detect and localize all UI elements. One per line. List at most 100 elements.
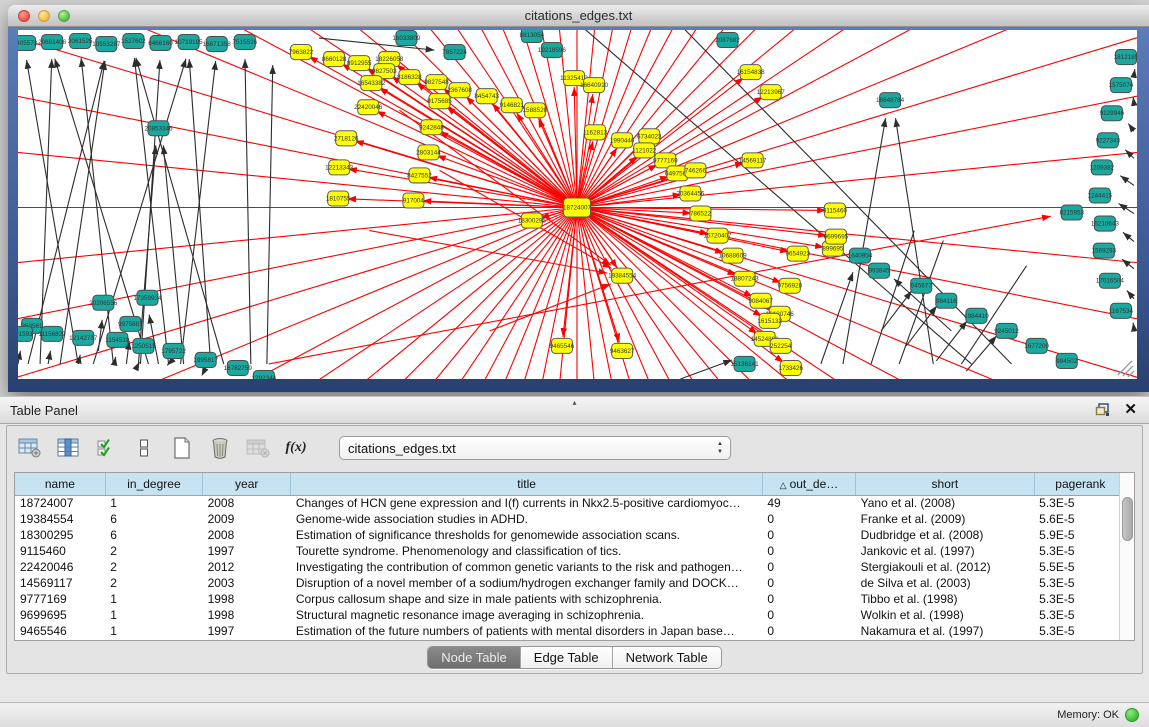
graph-edge[interactable]	[577, 78, 743, 208]
graph-edge[interactable]	[966, 336, 996, 371]
graph-node[interactable]: 2087682	[715, 33, 740, 48]
graph-node[interactable]: 9463627	[610, 343, 635, 358]
graph-node[interactable]: 746266	[685, 163, 707, 178]
graph-node[interactable]: 1615132	[757, 313, 782, 328]
scrollbar-thumb[interactable]	[1122, 497, 1133, 541]
table-selector[interactable]: citations_edges.txt ▲▼	[339, 436, 731, 460]
graph-node[interactable]: 18724007	[563, 198, 592, 217]
graph-edge[interactable]	[936, 321, 967, 361]
graph-edge[interactable]	[114, 357, 115, 364]
graph-node[interactable]: 2405572	[18, 36, 38, 51]
graph-node[interactable]: 9146821	[499, 98, 524, 113]
graph-node[interactable]: 984502	[1056, 353, 1078, 368]
graph-node[interactable]: 9227343	[1096, 133, 1121, 148]
graph-node[interactable]: 15136141	[731, 356, 760, 371]
close-panel-icon[interactable]: ✕	[1124, 401, 1137, 419]
graph-node[interactable]: 786522	[690, 206, 712, 221]
graph-node[interactable]: 16154838	[737, 65, 766, 80]
graph-node[interactable]: 18807243	[731, 271, 760, 286]
tab-node-table[interactable]: Node Table	[428, 647, 521, 668]
graph-node[interactable]: 1162813	[583, 125, 608, 140]
graph-node[interactable]: 993845	[869, 263, 891, 278]
graph-node[interactable]: 22420046	[354, 100, 383, 115]
graph-edge[interactable]	[1122, 259, 1134, 268]
graph-node[interactable]: 9827548	[424, 75, 449, 90]
graph-node[interactable]: 9242848	[419, 120, 444, 135]
column-header-name[interactable]: name	[15, 473, 105, 495]
graph-node[interactable]: 16543382	[357, 76, 386, 91]
graph-edge[interactable]	[1125, 150, 1134, 159]
graph-node[interactable]: 945677	[911, 278, 933, 293]
graph-edge[interactable]	[1123, 232, 1134, 241]
graph-node[interactable]: 16210643	[1091, 216, 1120, 231]
resize-grip-icon[interactable]	[1118, 361, 1134, 377]
graph-node[interactable]: 1733426	[778, 360, 803, 375]
graph-node[interactable]: 1588520	[523, 103, 548, 118]
float-panel-icon[interactable]	[1095, 403, 1110, 417]
graph-node[interactable]: 17016504	[1096, 273, 1125, 288]
graph-edge[interactable]	[896, 118, 934, 364]
graph-node[interactable]: 16648784	[876, 93, 905, 108]
graph-edge[interactable]	[78, 355, 80, 364]
table-row[interactable]: 969969511998Structural magnetic resonanc…	[15, 607, 1127, 623]
graph-edge[interactable]	[843, 118, 886, 364]
graph-node[interactable]: 20206556	[89, 295, 118, 310]
graph-edge[interactable]	[1118, 203, 1134, 213]
graph-node[interactable]: 9654923	[785, 246, 810, 261]
graph-node[interactable]: 18300295	[518, 213, 547, 228]
graph-edge[interactable]	[1128, 124, 1134, 132]
graph-node[interactable]: 9175685	[427, 94, 452, 109]
graph-node[interactable]: 1527602	[121, 34, 146, 49]
graph-node[interactable]: 8427552	[407, 168, 432, 183]
graph-node[interactable]: 917004	[403, 193, 425, 208]
graph-node[interactable]: 8215953	[1059, 205, 1084, 220]
function-builder-icon[interactable]: f(x)	[283, 435, 309, 461]
graph-edge[interactable]	[48, 351, 50, 364]
column-header-short[interactable]: short	[856, 473, 1035, 495]
graph-edge[interactable]	[81, 58, 113, 364]
graph-edge[interactable]	[563, 208, 577, 337]
graph-node[interactable]: 16033809	[392, 31, 421, 46]
graph-node[interactable]: 2718126	[334, 131, 359, 146]
graph-node[interactable]: 12142737	[69, 330, 98, 345]
table-settings-icon[interactable]	[17, 435, 43, 461]
graph-node[interactable]: 2803144	[416, 145, 441, 160]
graph-edge[interactable]	[167, 364, 168, 365]
column-header-title[interactable]: title	[291, 473, 762, 495]
graph-edge[interactable]	[245, 59, 251, 364]
graph-node[interactable]: 1250515	[131, 338, 156, 353]
graph-node[interactable]: 9115460	[823, 203, 848, 218]
graph-node[interactable]: 9699695	[824, 229, 849, 244]
graph-edge[interactable]	[163, 145, 183, 364]
graph-node[interactable]: 6466160	[148, 36, 173, 51]
graph-node[interactable]: 17359924	[133, 290, 162, 305]
graph-node[interactable]: 1167534	[1109, 303, 1134, 318]
graph-node[interactable]: 8454743	[474, 89, 499, 104]
graph-node[interactable]: 8912955	[347, 56, 372, 71]
graph-node[interactable]: 20364456	[676, 186, 705, 201]
table-row[interactable]: 946362711997Embryonic stem cells: a mode…	[15, 639, 1127, 640]
column-header-out_degree[interactable]: △out_de…	[762, 473, 855, 495]
panel-resize-grip-icon[interactable]: ▴	[572, 398, 576, 407]
graph-node[interactable]: 7963822	[289, 45, 314, 60]
graph-edge[interactable]	[1133, 97, 1134, 103]
window-titlebar[interactable]: citations_edges.txt	[8, 5, 1149, 27]
graph-edge[interactable]	[379, 88, 577, 208]
graph-node[interactable]: 8660128	[322, 52, 347, 67]
graph-node[interactable]: 15720407	[703, 228, 732, 243]
graph-node[interactable]: 252254	[770, 338, 792, 353]
graph-node[interactable]: 1121022	[632, 143, 657, 158]
graph-node[interactable]: 1995817	[193, 352, 218, 367]
graph-node[interactable]: 10719195	[175, 35, 204, 50]
graph-node[interactable]: 9084067	[748, 293, 773, 308]
graph-node[interactable]: 1209382	[1090, 160, 1115, 175]
graph-edge[interactable]	[881, 291, 912, 331]
graph-node[interactable]: 8813054	[520, 30, 545, 43]
graph-node[interactable]: 1569293	[1092, 243, 1117, 258]
graph-node[interactable]: 14569117	[739, 153, 767, 168]
graph-edge[interactable]	[189, 59, 210, 364]
graph-node[interactable]: 984116	[936, 293, 957, 308]
graph-node[interactable]: 1154519	[105, 332, 130, 347]
graph-node[interactable]: 1795722	[161, 343, 186, 358]
graph-node[interactable]: 1640954	[848, 248, 873, 263]
